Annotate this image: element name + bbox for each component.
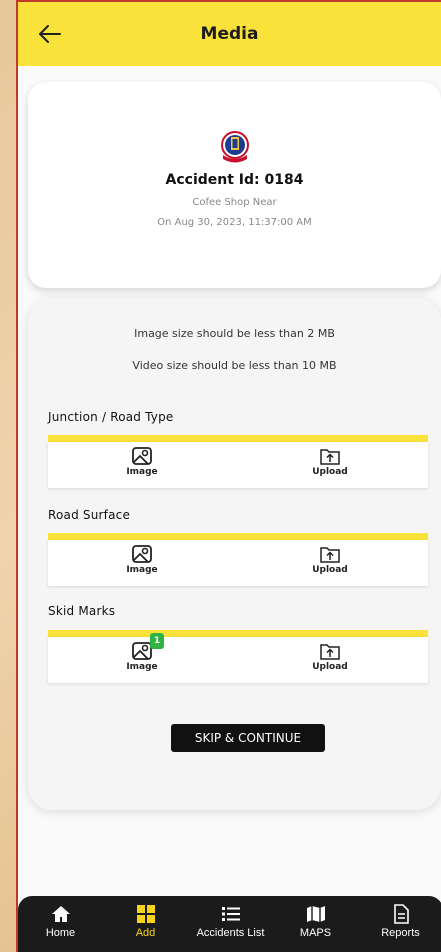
section-label-skid-marks: Skid Marks [48, 604, 116, 618]
skip-continue-button[interactable]: SKIP & CONTINUE [171, 724, 325, 752]
road-surface-upload-button[interactable]: Upload [290, 544, 370, 582]
image-label: Image [126, 565, 158, 575]
junction-image-button[interactable]: Image [102, 446, 182, 484]
upload-folder-icon [320, 449, 340, 465]
upload-folder-icon [320, 644, 340, 660]
section-divider [48, 630, 428, 637]
nav-item-home[interactable]: Home [18, 896, 103, 952]
image-label: Image [126, 467, 158, 477]
nav-label: MAPS [299, 927, 332, 939]
image-icon [132, 447, 152, 465]
skid-marks-image-button[interactable]: 1 Image [102, 633, 182, 679]
nav-item-add[interactable]: Add [103, 896, 188, 952]
accident-date: On Aug 30, 2023, 11:37:00 AM [157, 217, 312, 228]
road-surface-image-button[interactable]: Image [102, 544, 182, 582]
nav-label: Accidents List [196, 927, 265, 939]
section-divider [48, 435, 428, 442]
app-frame: Media Accident Id: 0184 Cofee Shop Near … [16, 0, 441, 952]
grid-icon [136, 905, 155, 923]
image-count-badge: 1 [150, 633, 164, 649]
media-row-junction: Image Upload [48, 442, 428, 488]
video-size-note: Video size should be less than 10 MB [132, 359, 337, 372]
media-row-skid-marks: 1 Image Upload [48, 633, 428, 683]
bottom-nav: Home Add Accidents List MAPS Reports [18, 896, 441, 952]
nav-label: Reports [381, 927, 420, 939]
arrow-left-icon [39, 25, 61, 43]
upload-folder-icon [320, 547, 340, 563]
list-icon [221, 907, 240, 921]
app-header: Media [18, 2, 441, 66]
image-label: Image [126, 662, 158, 672]
skid-marks-upload-button[interactable]: Upload [290, 641, 370, 679]
accident-id: Accident Id: 0184 [165, 172, 304, 188]
accident-info-card: Accident Id: 0184 Cofee Shop Near On Aug… [28, 82, 441, 288]
map-icon [306, 906, 325, 922]
police-emblem-icon [220, 130, 250, 164]
home-icon [51, 906, 70, 922]
upload-label: Upload [312, 662, 348, 672]
upload-label: Upload [312, 565, 348, 575]
accident-location: Cofee Shop Near [192, 197, 277, 208]
nav-label: Home [45, 927, 76, 939]
nav-label: Add [135, 927, 156, 939]
section-label-junction: Junction / Road Type [48, 410, 174, 424]
nav-item-maps[interactable]: MAPS [273, 896, 358, 952]
image-size-note: Image size should be less than 2 MB [134, 327, 335, 340]
nav-item-accidents-list[interactable]: Accidents List [188, 896, 273, 952]
junction-upload-button[interactable]: Upload [290, 446, 370, 484]
report-icon [393, 904, 409, 924]
nav-item-reports[interactable]: Reports [358, 896, 441, 952]
page-title: Media [200, 24, 259, 44]
back-button[interactable] [36, 20, 64, 48]
media-card: Image size should be less than 2 MB Vide… [28, 298, 441, 810]
image-icon [132, 545, 152, 563]
section-divider [48, 533, 428, 540]
media-row-road-surface: Image Upload [48, 540, 428, 586]
upload-label: Upload [312, 467, 348, 477]
section-label-road-surface: Road Surface [48, 508, 131, 522]
